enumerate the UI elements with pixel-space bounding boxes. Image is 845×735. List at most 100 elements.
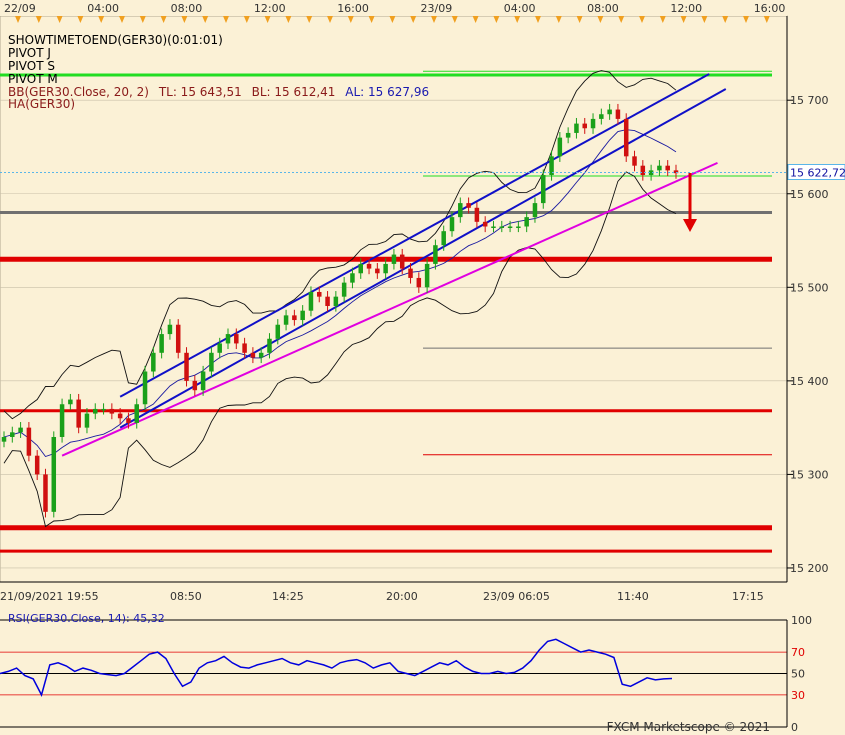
candle-body [341, 282, 347, 297]
candle-body [1, 436, 7, 442]
bottom-axis-label: 11:40 [617, 590, 649, 603]
top-axis-label: 16:00 [337, 2, 369, 15]
trading-chart[interactable]: 15 622,72 22/09 04:00 08:00 12:00 16:00 23/09… [0, 0, 845, 735]
rsi-tick-label: 100 [791, 614, 812, 627]
top-axis-label: 22/09 [4, 2, 36, 15]
legend-ha: HA(GER30) [8, 97, 75, 111]
candle-body [665, 165, 670, 171]
price-tick-label: 15 200 [790, 562, 829, 575]
candle-body [391, 254, 397, 264]
top-axis-label: 08:00 [587, 2, 619, 15]
candle-body [300, 310, 305, 321]
candle-body [51, 436, 57, 512]
candle-body [482, 221, 488, 227]
rsi-tick-label: 50 [791, 668, 805, 681]
candle-body [350, 273, 355, 283]
bottom-axis-label: 08:50 [170, 590, 202, 603]
candle-body [524, 217, 529, 227]
candle-body [126, 418, 131, 423]
candle-body [159, 334, 164, 353]
candle-body [292, 315, 297, 321]
candle-body [499, 226, 505, 228]
candle-body [59, 404, 65, 437]
candle-body [366, 263, 372, 269]
bottom-axis-label: 20:00 [386, 590, 418, 603]
candle-body [632, 156, 637, 166]
candle-body [76, 399, 81, 428]
candle-body [151, 352, 156, 372]
candle-body [433, 245, 438, 264]
candle-body [308, 291, 314, 311]
candle-body [275, 324, 281, 339]
candle-body [333, 296, 339, 307]
rsi-tick-label: 70 [791, 646, 805, 659]
price-tick-label: 15 600 [790, 188, 829, 201]
candle-body [250, 352, 256, 358]
candle-body [507, 226, 513, 228]
candle-body [640, 165, 646, 176]
candle-body [574, 123, 579, 133]
candle-body [267, 338, 272, 353]
candle-body [565, 132, 571, 138]
bottom-axis-label: 23/09 06:05 [483, 590, 550, 603]
candle-body [599, 114, 604, 119]
price-tick-label: 15 400 [790, 375, 829, 388]
candle-body [84, 413, 90, 428]
candle-body [557, 137, 563, 157]
candle-body [192, 380, 198, 391]
bottom-axis-label: 17:15 [732, 590, 764, 603]
candle-body [590, 118, 596, 129]
candle-body [615, 109, 621, 119]
legend-pivot-j: PIVOT J [8, 46, 51, 60]
candle-body [18, 427, 23, 433]
candle-body [26, 427, 32, 456]
candle-body [441, 231, 446, 246]
candle-body [283, 315, 289, 325]
candle-body [358, 263, 363, 274]
price-panel [0, 15, 788, 583]
candle-body [109, 408, 115, 414]
bottom-axis-label: 21/09/2021 19:55 [0, 590, 99, 603]
candle-body [424, 263, 430, 288]
candle-body [225, 334, 231, 344]
candle-body [408, 268, 413, 278]
top-axis-label: 04:00 [87, 2, 119, 15]
candle-body [142, 371, 148, 405]
candle-body [234, 334, 239, 344]
candle-body [209, 352, 214, 372]
candle-body [466, 203, 471, 208]
price-tick-label: 15 500 [790, 281, 829, 294]
candle-body [10, 432, 15, 437]
candle-body [474, 207, 480, 222]
candle-body [175, 324, 181, 353]
rsi-tick-label: 0 [791, 721, 798, 734]
watermark: FXCM Marketscope © 2021 [607, 720, 770, 734]
price-axis: 15 200 15 300 15 400 15 500 15 600 15 700 [786, 16, 829, 582]
top-axis-label: 16:00 [754, 2, 786, 15]
rsi-title: RSI(GER30.Close, 14): 45,32 [8, 612, 165, 625]
current-price-label: 15 622,72 [790, 166, 845, 179]
candle-body [217, 343, 222, 353]
candle-body [607, 109, 612, 115]
candle-body [184, 352, 189, 381]
bottom-axis-label: 14:25 [272, 590, 304, 603]
candle-body [68, 399, 73, 405]
legend-bb-tl: TL: 15 643,51 [158, 85, 242, 99]
candle-body [458, 203, 463, 218]
top-axis-label: 23/09 [421, 2, 453, 15]
candle-body [491, 226, 496, 228]
top-axis-label: 12:00 [670, 2, 702, 15]
candle-body [541, 175, 546, 204]
candle-body [117, 413, 123, 419]
legend-showtime: SHOWTIMETOEND(GER30)(0:01:01) [8, 33, 223, 47]
candle-body [258, 352, 264, 358]
legend-bb-bl: BL: 15 612,41 [252, 85, 336, 99]
candle-body [167, 324, 173, 335]
rsi-axis: 0 30 50 70 100 [786, 614, 812, 734]
candle-body [532, 203, 538, 218]
legend-pivot-m: PIVOT M [8, 72, 58, 86]
top-axis-label: 04:00 [504, 2, 536, 15]
price-tick-label: 15 700 [790, 94, 829, 107]
candle-body [449, 217, 455, 232]
legend-pivot-s: PIVOT S [8, 59, 55, 73]
